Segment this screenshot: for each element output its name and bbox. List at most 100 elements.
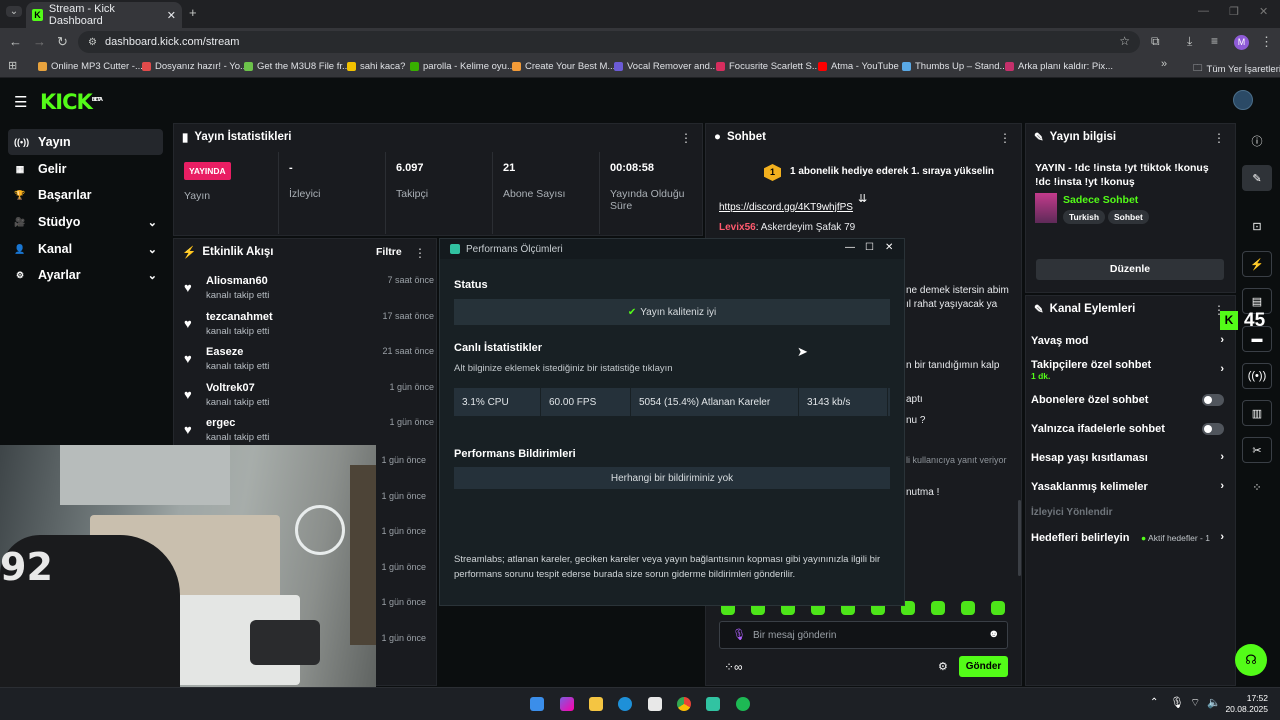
account-age-row[interactable]: Hesap yaşı kısıtlaması › xyxy=(1031,451,1226,464)
new-tab-icon[interactable]: + xyxy=(189,5,197,20)
event-username[interactable]: Aliosman60 xyxy=(206,275,268,287)
chat-username[interactable]: Levix56 xyxy=(719,222,756,233)
maximize-icon[interactable]: ❐ xyxy=(1229,5,1239,18)
start-icon[interactable] xyxy=(530,697,544,711)
site-info-icon[interactable]: ⚙ xyxy=(88,37,97,48)
profile-avatar[interactable]: M xyxy=(1234,35,1249,50)
file-explorer-icon[interactable] xyxy=(589,697,603,711)
tab-close-icon[interactable]: ✕ xyxy=(167,9,176,22)
pinned-toggle-icon[interactable]: ⇊ xyxy=(858,192,867,205)
browser-tab[interactable]: K Stream - Kick Dashboard ✕ xyxy=(26,2,182,28)
chrome-taskbar-icon[interactable] xyxy=(677,697,691,711)
apps-grid-icon[interactable]: ⊞ xyxy=(8,59,17,72)
emoji-picker-icon[interactable]: ☻ xyxy=(988,628,1000,640)
extensions-icon[interactable]: ⧉ xyxy=(1151,34,1160,49)
subscribers-only-row[interactable]: Abonelere özel sohbet xyxy=(1031,394,1226,406)
spotify-icon[interactable] xyxy=(736,697,750,711)
support-headset-icon[interactable]: ☊ xyxy=(1235,644,1267,676)
minimize-icon[interactable]: — xyxy=(1198,5,1209,17)
forward-icon[interactable]: → xyxy=(33,34,46,49)
broadcast-icon[interactable]: ((•)) xyxy=(1242,363,1272,389)
chat-input[interactable]: 🎙 Bir mesaj gönderin ☻ xyxy=(719,621,1008,649)
sidebar-item-channel[interactable]: 👤 Kanal ⌄ xyxy=(8,236,163,262)
emotes-only-row[interactable]: Yalnızca ifadelerle sohbet xyxy=(1031,423,1226,435)
banned-words-row[interactable]: Yasaklanmış kelimeler › xyxy=(1031,480,1226,493)
info-menu-icon[interactable]: ⋮ xyxy=(1213,131,1225,145)
sidebar-item-live[interactable]: ((•)) Yayın xyxy=(8,129,163,155)
filter-button[interactable]: Filtre xyxy=(376,246,402,258)
bookmark-star-icon[interactable]: ☆ xyxy=(1119,34,1130,48)
chat-menu-icon[interactable]: ⋮ xyxy=(999,131,1011,145)
sidebar-item-studio[interactable]: 🎥 Stüdyo ⌄ xyxy=(8,209,163,235)
layout-icon[interactable]: ▥ xyxy=(1242,400,1272,426)
url-field[interactable]: ⚙ dashboard.kick.com/stream ☆ xyxy=(78,31,1140,53)
info-icon[interactable]: ⓘ xyxy=(1242,128,1272,154)
sidebar-item-trophy[interactable]: 🏆 Başarılar xyxy=(8,182,163,208)
chat-tool-icon[interactable]: ▬ xyxy=(1242,326,1272,352)
bookmark-item[interactable]: parolla - Kelime oyu... xyxy=(410,61,515,72)
emotes-only-toggle[interactable] xyxy=(1202,423,1224,435)
user-avatar[interactable] xyxy=(1233,90,1253,110)
edge-icon[interactable] xyxy=(618,697,632,711)
slow-mode-row[interactable]: Yavaş mod › xyxy=(1031,334,1226,347)
bookmark-item[interactable]: Get the M3U8 File fr... xyxy=(244,61,350,72)
event-username[interactable]: Easeze xyxy=(206,346,243,358)
store-icon[interactable] xyxy=(648,697,662,711)
cpu-stat[interactable]: 3.1% CPU xyxy=(454,388,541,416)
bookmark-item[interactable]: Online MP3 Cutter -... xyxy=(38,61,143,72)
edit-tool-icon[interactable]: ✎ xyxy=(1242,165,1272,191)
streamlabs-taskbar-icon[interactable] xyxy=(706,697,720,711)
sidebar-item-settings[interactable]: ⚙ Ayarlar ⌄ xyxy=(8,262,163,288)
edit-button[interactable]: Düzenle xyxy=(1036,259,1224,280)
window-close-icon[interactable]: ✕ xyxy=(1259,5,1268,18)
download-icon[interactable]: ⤓ xyxy=(1187,34,1192,49)
reload-icon[interactable]: ↻ xyxy=(57,34,68,50)
modal-minimize-icon[interactable]: — xyxy=(845,242,855,253)
all-bookmarks[interactable]: 🗀 Tüm Yer İşaretleri xyxy=(1193,61,1280,77)
category-name[interactable]: Sadece Sohbet xyxy=(1063,194,1138,206)
bitrate-stat[interactable]: 3143 kb/s xyxy=(799,388,888,416)
tray-mic-icon[interactable]: 🎙 xyxy=(1170,696,1184,709)
gift-promo-text[interactable]: 1 abonelik hediye ederek 1. sıraya yükse… xyxy=(790,166,994,177)
apps-icon[interactable]: ⁘ xyxy=(1242,474,1272,500)
followers-only-row[interactable]: Takipçilere özel sohbet 1 dk. › xyxy=(1031,359,1226,381)
bookmark-item[interactable]: Vocal Remover and... xyxy=(614,61,718,72)
send-button[interactable]: Gönder xyxy=(959,656,1008,677)
system-clock[interactable]: 17:52 20.08.2025 xyxy=(1222,693,1268,715)
media-icon[interactable]: ≡ xyxy=(1211,34,1218,48)
bookmark-item[interactable]: Arka planı kaldır: Pix... xyxy=(1005,61,1113,72)
bookmark-item[interactable]: sahi kaca? xyxy=(347,61,405,72)
hamburger-menu-icon[interactable]: ☰ xyxy=(14,93,27,111)
bookmark-item[interactable]: Dosyanız hazır! - Yo... xyxy=(142,61,248,72)
fps-stat[interactable]: 60.00 FPS xyxy=(541,388,631,416)
quick-action-icon[interactable]: ⚡ xyxy=(1242,251,1272,277)
goals-row[interactable]: Hedefleri belirleyin ● Aktif hedefler - 1… xyxy=(1031,531,1226,544)
emote-icon[interactable] xyxy=(991,601,1005,615)
chat-tools-icon[interactable]: ⁘∞ xyxy=(724,660,743,674)
copilot-icon[interactable] xyxy=(560,697,574,711)
dropped-frames-stat[interactable]: 5054 (15.4%) Atlanan Kareler xyxy=(631,388,799,416)
bookmark-item[interactable]: Thumbs Up – Stand... xyxy=(902,61,1007,72)
tray-volume-icon[interactable]: 🔈 xyxy=(1207,696,1221,709)
subs-only-toggle[interactable] xyxy=(1202,394,1224,406)
tag-pill[interactable]: Turkish xyxy=(1063,210,1106,224)
chat-discord-link[interactable]: https://discord.gg/4KT9whjfPS xyxy=(719,202,853,213)
tag-pill[interactable]: Sohbet xyxy=(1108,210,1149,224)
event-username[interactable]: ergec xyxy=(206,417,235,429)
screenshot-icon[interactable]: ⊡ xyxy=(1242,213,1272,239)
modal-close-icon[interactable]: ✕ xyxy=(885,242,893,253)
sidebar-item-money[interactable]: ▦ Gelir xyxy=(8,156,163,182)
tray-chevron-icon[interactable]: ⌃ xyxy=(1150,697,1158,708)
back-icon[interactable]: ← xyxy=(9,34,22,49)
mic-icon[interactable]: 🎙 xyxy=(732,628,746,641)
event-username[interactable]: tezcanahmet xyxy=(206,311,273,323)
chat-settings-icon[interactable]: ⚙ xyxy=(938,660,948,673)
stats-menu-icon[interactable]: ⋮ xyxy=(680,131,692,145)
tray-wifi-icon[interactable]: ⌔ xyxy=(1190,696,1200,710)
bookmark-item[interactable]: Focusrite Scarlett S... xyxy=(716,61,820,72)
modal-maximize-icon[interactable]: ☐ xyxy=(865,242,874,253)
activity-menu-icon[interactable]: ⋮ xyxy=(414,246,426,260)
bookmark-item[interactable]: Atma - YouTube xyxy=(818,61,899,72)
bookmark-item[interactable]: Create Your Best M... xyxy=(512,61,615,72)
bookmarks-overflow-icon[interactable]: » xyxy=(1161,58,1167,70)
